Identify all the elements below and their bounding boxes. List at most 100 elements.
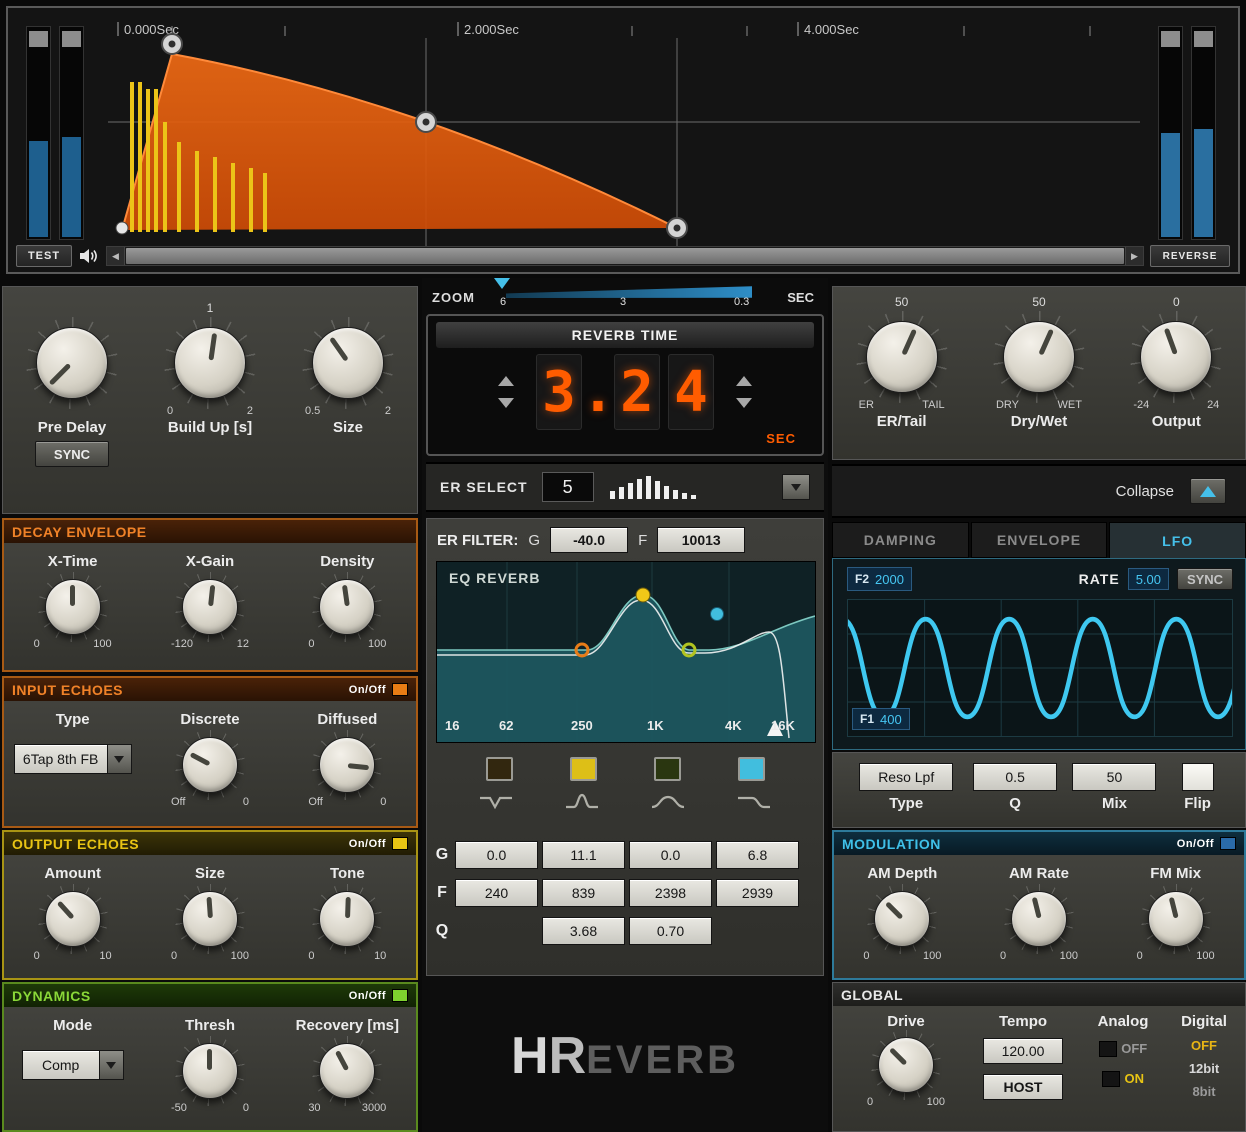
digital-off-option[interactable]: OFF [1165,1038,1243,1053]
lfo-f2-box[interactable]: F2 2000 [847,567,912,591]
tone-knob[interactable] [312,884,383,954]
sync-button[interactable]: SYNC [34,441,109,467]
analog-on-toggle[interactable] [1102,1070,1121,1087]
envelope-mid-handle[interactable] [415,111,437,133]
diffused-knob[interactable] [312,730,383,800]
speaker-icon[interactable] [78,248,100,264]
xgain-knob[interactable] [174,572,245,642]
discrete-knob[interactable] [174,730,245,800]
reverse-button[interactable]: REVERSE [1150,245,1230,267]
recovery-knob[interactable] [312,1036,383,1106]
wide-bell-filter-icon[interactable] [650,791,686,813]
band1-freq[interactable]: 240 [455,879,538,907]
band3-freq[interactable]: 2398 [629,879,712,907]
scrollbar-thumb[interactable] [126,248,1124,264]
thresh-knob[interactable] [174,1036,245,1106]
envelope-start-handle[interactable] [115,221,129,235]
lfo-sync-button[interactable]: SYNC [1177,568,1233,590]
scroll-left-arrow-icon[interactable]: ◀ [107,247,125,265]
envelope-peak-handle[interactable] [161,33,183,55]
zoom-slider[interactable] [506,286,752,298]
spinner-up-icon[interactable] [498,376,514,386]
lfo-rate-box[interactable]: 5.00 [1127,568,1169,590]
lfo-filter-mix-box[interactable]: 50 [1072,763,1157,791]
band1-gain[interactable]: 0.0 [455,841,538,869]
band4-freq[interactable]: 2939 [716,879,799,907]
spinner-down-icon[interactable] [736,398,752,408]
er-select-value[interactable]: 5 [541,472,594,502]
band4-swatch[interactable] [737,757,765,781]
band3-q[interactable]: 0.70 [629,917,712,945]
notch-filter-icon[interactable] [478,791,514,813]
band2-freq[interactable]: 839 [542,879,625,907]
lfo-f1-box[interactable]: F1 400 [852,708,910,730]
band2-q[interactable]: 3.68 [542,917,625,945]
lfo-waveform[interactable]: F1 400 [839,599,1246,737]
echo-type-dropdown[interactable]: 6Tap 8th FB [13,744,132,774]
chevron-down-icon[interactable] [107,744,132,774]
svg-text:62: 62 [499,718,513,733]
er-filter-gain-box[interactable]: -40.0 [550,527,629,553]
envelope-graph[interactable]: 0.000Sec 2.000Sec 4.000Sec [108,16,1140,248]
tab-damping[interactable]: DAMPING [832,522,969,558]
host-button[interactable]: HOST [983,1074,1063,1100]
reverb-time-digit[interactable]: 3 [536,354,582,430]
lfo-filter-type-box[interactable]: Reso Lpf [859,763,954,791]
predelay-knob[interactable] [25,317,118,409]
zoom-marker-icon[interactable] [494,278,510,289]
timeline-scrollbar[interactable]: ◀ ▶ [106,246,1144,266]
modulation-onoff-toggle[interactable] [1220,837,1236,850]
envelope-end-handle[interactable] [666,217,688,239]
digital-12bit-option[interactable]: 12bit [1165,1061,1243,1076]
modulation-section: MODULATION On/Off AM Depth 0 100 AM Rate … [832,830,1246,980]
reverb-time-digit[interactable]: 4 [668,354,714,430]
tab-envelope[interactable]: ENVELOPE [970,522,1108,558]
eq-band2-handle[interactable] [635,587,651,603]
band3-gain[interactable]: 0.0 [629,841,712,869]
eq-reverb-graph[interactable]: EQ REVERB 16 62 250 1K 4K 16K [436,561,816,743]
output-meters [1158,26,1216,240]
er-filter-freq-box[interactable]: 10013 [657,527,746,553]
band4-gain[interactable]: 6.8 [716,841,799,869]
highcut-filter-icon[interactable] [736,791,772,813]
bell-filter-icon[interactable] [564,791,600,813]
amount-knob[interactable] [37,884,108,954]
lfo-flip-toggle[interactable] [1181,763,1214,791]
eq-band4-handle[interactable] [710,607,724,621]
dynamics-mode-dropdown[interactable]: Comp [21,1050,124,1080]
reverb-time-spinner-right[interactable] [736,376,752,408]
dynamics-onoff-toggle[interactable] [392,989,408,1002]
buildup-knob[interactable] [163,317,256,409]
fm-mix-knob[interactable] [1140,884,1211,954]
tab-lfo[interactable]: LFO [1109,522,1246,558]
band1-swatch[interactable] [485,757,513,781]
size-knob[interactable] [301,317,394,409]
density-knob[interactable] [312,572,383,642]
ertail-knob[interactable] [855,311,948,403]
spinner-up-icon[interactable] [736,376,752,386]
reverb-time-digit[interactable]: 2 [614,354,660,430]
analog-off-toggle[interactable] [1098,1040,1117,1057]
reverb-time-spinner-left[interactable] [498,376,514,408]
output-knob[interactable] [1130,311,1223,403]
collapse-button[interactable] [1190,478,1226,504]
digital-8bit-option[interactable]: 8bit [1165,1084,1243,1099]
band2-gain[interactable]: 11.1 [542,841,625,869]
er-select-dropdown[interactable] [782,474,810,500]
tempo-value-box[interactable]: 120.00 [983,1038,1063,1064]
am-depth-knob[interactable] [867,884,938,954]
input-echoes-onoff-toggle[interactable] [392,683,408,696]
band3-swatch[interactable] [653,757,681,781]
band2-swatch[interactable] [569,757,597,781]
chevron-down-icon[interactable] [99,1050,124,1080]
am-rate-knob[interactable] [1003,884,1074,954]
spinner-down-icon[interactable] [498,398,514,408]
lfo-filter-q-box[interactable]: 0.5 [973,763,1058,791]
drywet-knob[interactable] [992,311,1085,403]
xtime-knob[interactable] [37,572,108,642]
scroll-right-arrow-icon[interactable]: ▶ [1125,247,1143,265]
echo-size-knob[interactable] [174,884,245,954]
test-button[interactable]: TEST [16,245,72,267]
output-echoes-onoff-toggle[interactable] [392,837,408,850]
drive-knob[interactable] [871,1030,941,1100]
